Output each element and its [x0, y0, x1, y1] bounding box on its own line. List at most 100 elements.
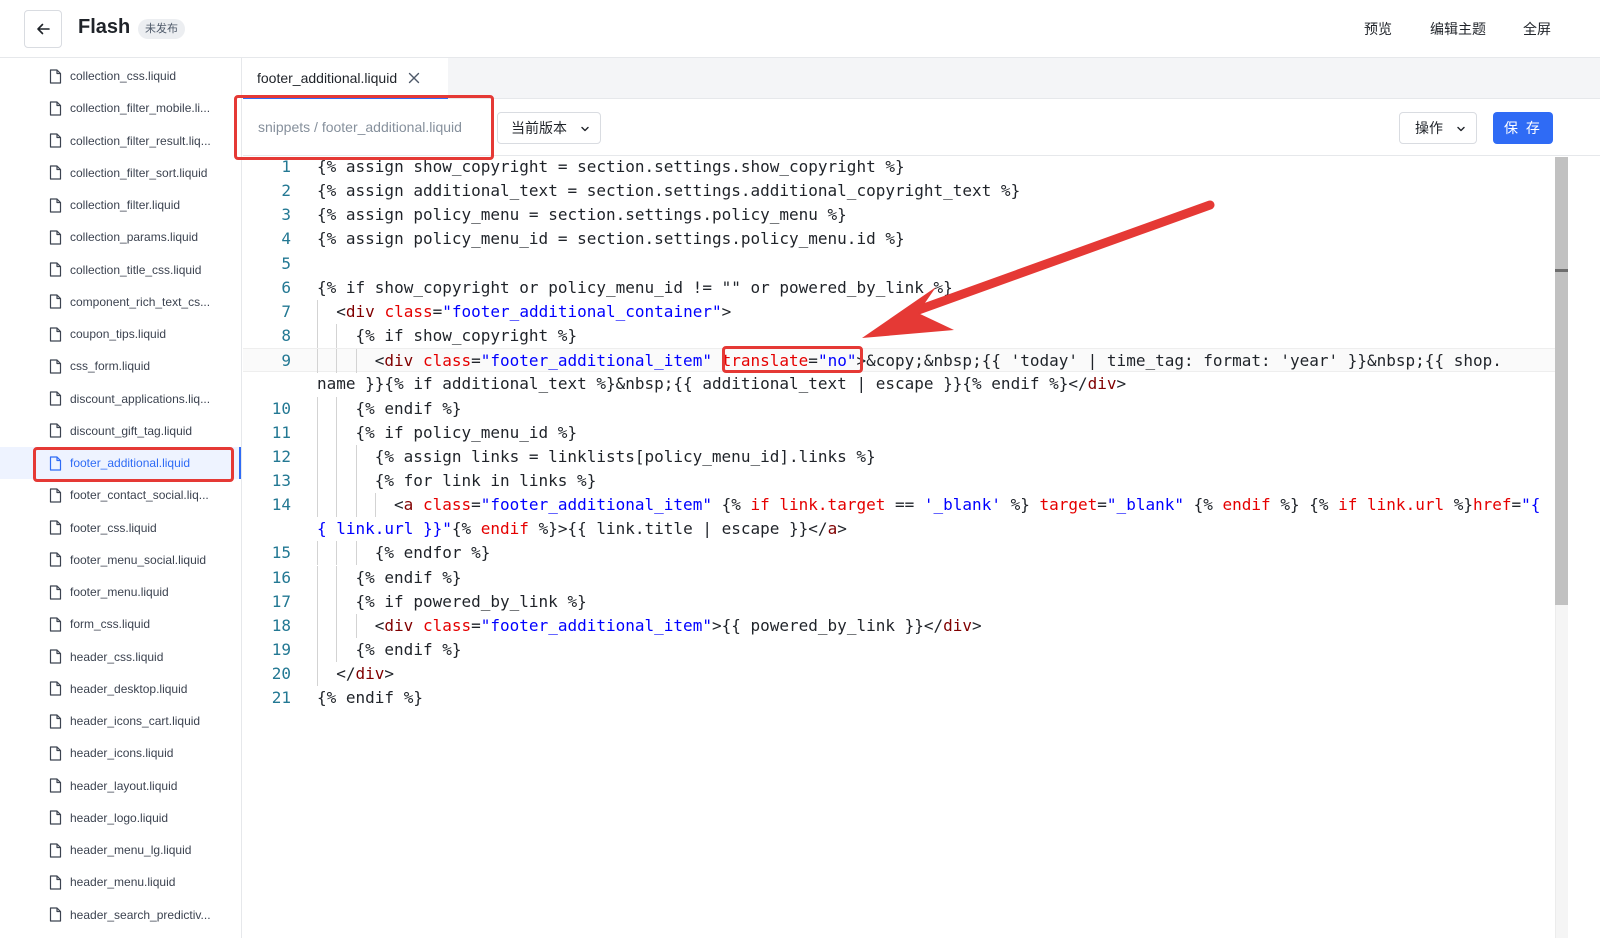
- code-token: %} {%: [1270, 495, 1339, 515]
- code-token: link.target: [779, 495, 886, 515]
- sidebar-file-item[interactable]: header_logo.liquid: [0, 802, 241, 834]
- indent-guide: [317, 299, 318, 324]
- code-token: <: [394, 495, 404, 515]
- line-number: 4: [281, 229, 291, 249]
- code-token: {%: [451, 519, 481, 539]
- code-token: {%: [1183, 495, 1223, 515]
- file-icon: [49, 842, 62, 858]
- sidebar-file-item[interactable]: collection_params.liquid: [0, 221, 241, 253]
- line-number: 10: [271, 398, 291, 418]
- file-icon: [49, 520, 62, 535]
- file-icon: [49, 810, 62, 825]
- sidebar-file-item[interactable]: discount_applications.liq...: [0, 383, 241, 415]
- code-token: {% endif %}: [317, 688, 423, 708]
- code-text: {% assign policy_menu_id = section.setti…: [317, 227, 905, 251]
- code-token: =: [1511, 495, 1522, 515]
- code-token: a: [403, 495, 414, 515]
- sidebar-file-item[interactable]: footer_css.liquid: [0, 512, 241, 544]
- sidebar-file-item[interactable]: header_css.liquid: [0, 641, 241, 673]
- sidebar-file-item[interactable]: collection_title_css.liquid: [0, 254, 241, 286]
- file-icon: [49, 875, 62, 890]
- code-token: href: [1473, 495, 1512, 515]
- code-line[interactable]: 17 {% if powered_by_link %}: [243, 589, 1555, 614]
- operations-select[interactable]: 操作: [1399, 112, 1477, 144]
- indent-guide: [336, 324, 338, 349]
- code-line[interactable]: 1 {% assign show_copyright = section.sett…: [243, 157, 1555, 179]
- code-line[interactable]: 12 {% assign links = linklists[policy_men…: [243, 444, 1555, 469]
- scrollbar-marker: [1555, 269, 1568, 272]
- sidebar-file-item[interactable]: footer_contact_social.liq...: [0, 479, 241, 511]
- code-line[interactable]: 21 {% endif %}: [243, 686, 1555, 710]
- sidebar-file-item[interactable]: coupon_tips.liquid: [0, 318, 241, 350]
- sidebar-file-item[interactable]: header_menu_lg.liquid: [0, 834, 241, 866]
- sidebar-file-item[interactable]: header_icons.liquid: [0, 737, 241, 769]
- sidebar-file-item[interactable]: form_css.liquid: [0, 608, 241, 640]
- code-text: {% for link in links %}: [375, 469, 597, 493]
- code-token: %}: [1000, 495, 1040, 515]
- sidebar-file-item[interactable]: collection_filter_mobile.li...: [0, 92, 241, 124]
- line-number: 6: [281, 277, 291, 297]
- sidebar-file-item[interactable]: collection_filter_result.liq...: [0, 125, 241, 157]
- code-text: {% assign show_copyright = section.setti…: [317, 157, 905, 179]
- code-token: {% endif %}: [355, 567, 462, 587]
- code-line[interactable]: 20 </div>: [243, 662, 1555, 687]
- code-line[interactable]: name }}{% if additional_text %}&nbsp;{{ …: [243, 372, 1555, 396]
- indent-guide: [355, 541, 357, 566]
- sidebar-file-item[interactable]: header_layout.liquid: [0, 770, 241, 802]
- code-line[interactable]: 10 {% endif %}: [243, 396, 1555, 421]
- indent-guide: [374, 493, 376, 518]
- fullscreen-button[interactable]: 全屏: [1523, 19, 1551, 39]
- code-token: {% endif %}: [355, 398, 462, 418]
- sidebar-file-item[interactable]: collection_filter.liquid: [0, 189, 241, 221]
- sidebar-file-item[interactable]: discount_gift_tag.liquid: [0, 415, 241, 447]
- code-token: class: [422, 351, 472, 371]
- back-button[interactable]: [24, 10, 62, 48]
- version-select[interactable]: 当前版本: [497, 112, 601, 144]
- editor-scrollbar-thumb[interactable]: [1555, 157, 1568, 605]
- code-line[interactable]: 14 <a class="footer_additional_item" {% i…: [243, 493, 1555, 518]
- save-button[interactable]: 保 存: [1493, 112, 1553, 144]
- file-icon: [49, 133, 62, 148]
- file-label: collection_filter_sort.liquid: [70, 165, 208, 180]
- code-line[interactable]: 15 {% endfor %}: [243, 541, 1555, 566]
- code-text: <div class="footer_additional_container"…: [336, 300, 731, 324]
- sidebar-file-item[interactable]: footer_menu_social.liquid: [0, 544, 241, 576]
- indent-guide: [317, 349, 318, 374]
- code-line[interactable]: { link.url }}"{% endif %}>{{ link.title …: [243, 517, 1555, 541]
- code-token: "footer_additional_item": [480, 495, 712, 515]
- sidebar-file-item[interactable]: collection_css.liquid: [0, 60, 241, 92]
- indent-guide: [317, 396, 318, 421]
- code-line[interactable]: 16 {% endif %}: [243, 565, 1555, 590]
- code-line[interactable]: 19 {% endif %}: [243, 638, 1555, 662]
- sidebar-file-item[interactable]: collection_filter_sort.liquid: [0, 157, 241, 189]
- operations-select-value: 操作: [1415, 120, 1443, 136]
- file-label: header_logo.liquid: [70, 810, 169, 825]
- sidebar-file-item[interactable]: css_form.liquid: [0, 350, 241, 382]
- code-token: <: [374, 615, 385, 635]
- sidebar-file-item[interactable]: header_menu.liquid: [0, 866, 241, 898]
- code-line[interactable]: 18 <div class="footer_additional_item">{{…: [243, 613, 1555, 638]
- file-label: discount_gift_tag.liquid: [70, 423, 193, 438]
- tab-footer-additional[interactable]: footer_additional.liquid: [243, 58, 448, 99]
- close-icon[interactable]: [407, 71, 421, 85]
- sidebar-file-item[interactable]: component_rich_text_cs...: [0, 286, 241, 318]
- code-token: =: [1097, 495, 1107, 515]
- code-token: name }}{% if additional_text %}&nbsp;{{ …: [317, 374, 1088, 394]
- indent-guide: [336, 396, 338, 421]
- file-icon: [49, 165, 62, 180]
- code-token: {% if powered_by_link %}: [355, 591, 587, 611]
- sidebar-file-item[interactable]: header_icons_cart.liquid: [0, 705, 241, 737]
- code-token: div: [384, 615, 414, 635]
- sidebar-file-item[interactable]: header_search_predictiv...: [0, 899, 241, 931]
- sidebar-file-item[interactable]: footer_menu.liquid: [0, 576, 241, 608]
- code-token: link.url: [1367, 495, 1445, 515]
- preview-button[interactable]: 预览: [1364, 19, 1392, 39]
- code-line[interactable]: 13 {% for link in links %}: [243, 468, 1555, 493]
- code-line[interactable]: 11 {% if policy_menu_id %}: [243, 420, 1555, 445]
- edit-theme-button[interactable]: 编辑主题: [1430, 19, 1486, 39]
- sidebar-file-item[interactable]: header_desktop.liquid: [0, 673, 241, 705]
